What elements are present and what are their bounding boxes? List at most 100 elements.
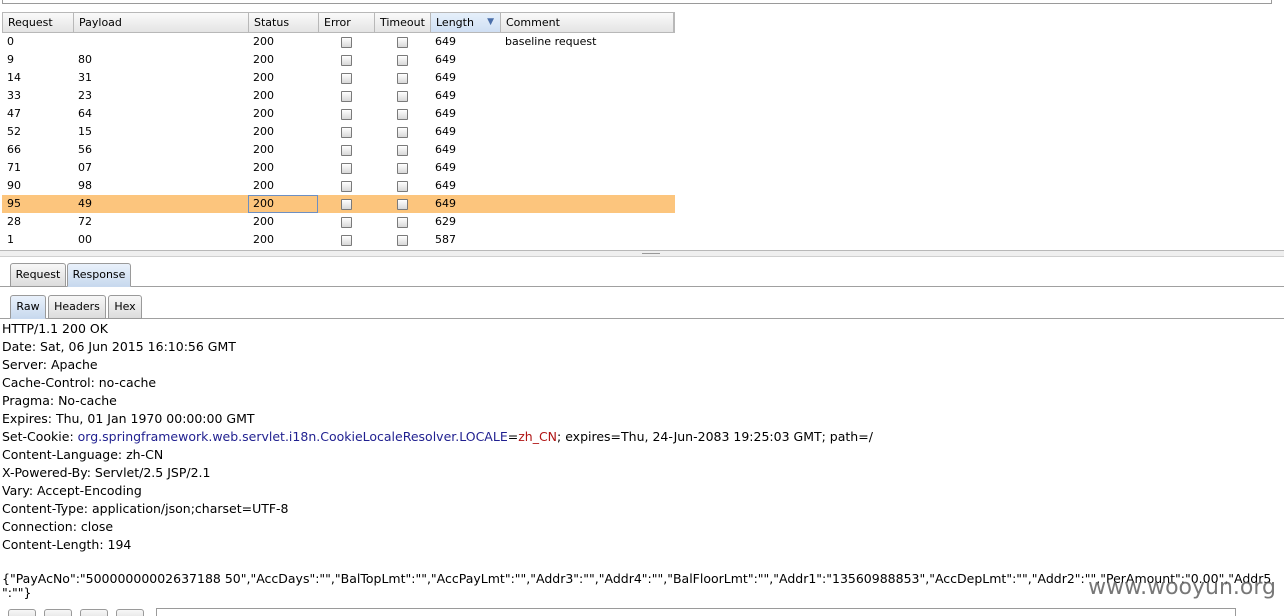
- error-checkbox-cell: [318, 213, 374, 231]
- header-line: Connection: close: [2, 519, 114, 534]
- error-checkbox-cell: [318, 123, 374, 141]
- error-checkbox[interactable]: [340, 90, 352, 102]
- table-row[interactable]: 14 31 200 649: [2, 69, 675, 87]
- table-row[interactable]: 66 56 200 649: [2, 141, 675, 159]
- tab-response[interactable]: Response: [67, 263, 131, 287]
- timeout-checkbox[interactable]: [396, 234, 408, 246]
- error-checkbox[interactable]: [340, 162, 352, 174]
- status-cell: 200: [253, 233, 274, 246]
- column-header-timeout[interactable]: Timeout: [375, 13, 431, 32]
- timeout-checkbox[interactable]: [396, 162, 408, 174]
- error-checkbox[interactable]: [340, 216, 352, 228]
- timeout-checkbox[interactable]: [396, 36, 408, 48]
- length-cell: 587: [435, 233, 456, 246]
- tab-raw[interactable]: Raw: [10, 295, 46, 319]
- error-checkbox[interactable]: [340, 126, 352, 138]
- status-cell: 200: [253, 143, 274, 156]
- timeout-checkbox[interactable]: [396, 180, 408, 192]
- table-row[interactable]: 95 49 200 649: [2, 195, 675, 213]
- timeout-checkbox-cell: [374, 213, 430, 231]
- length-cell: 649: [435, 71, 456, 84]
- comment-cell: [500, 177, 675, 195]
- table-row[interactable]: 0 200 649 baseline request: [2, 33, 675, 51]
- request-cell: 33: [7, 89, 21, 102]
- timeout-checkbox[interactable]: [396, 72, 408, 84]
- error-checkbox[interactable]: [340, 36, 352, 48]
- error-checkbox-cell: [318, 177, 374, 195]
- header-name: Set-Cookie:: [2, 429, 78, 444]
- tab-hex[interactable]: Hex: [108, 295, 142, 319]
- table-row[interactable]: 47 64 200 649: [2, 105, 675, 123]
- table-row[interactable]: 71 07 200 649: [2, 159, 675, 177]
- comment-cell: [500, 69, 675, 87]
- error-checkbox-cell: [318, 195, 374, 213]
- response-raw-view[interactable]: HTTP/1.1 200 OK Date: Sat, 06 Jun 2015 1…: [2, 320, 1282, 608]
- error-checkbox[interactable]: [340, 144, 352, 156]
- timeout-checkbox[interactable]: [396, 144, 408, 156]
- request-cell: 95: [7, 197, 21, 210]
- payload-cell: 31: [78, 71, 92, 84]
- splitter-grip-icon[interactable]: [642, 253, 660, 255]
- next-button[interactable]: [116, 609, 144, 616]
- column-header-request[interactable]: Request: [3, 13, 74, 32]
- column-header-comment[interactable]: Comment: [501, 13, 674, 32]
- status-cell: 200: [253, 179, 274, 192]
- previous-button[interactable]: [44, 609, 72, 616]
- table-row[interactable]: 1 00 200 587: [2, 231, 675, 249]
- status-cell: 200: [253, 161, 274, 174]
- tab-request[interactable]: Request: [10, 263, 66, 287]
- tab-label: Hex: [114, 300, 136, 313]
- column-label: Payload: [79, 16, 122, 29]
- pane-splitter[interactable]: [0, 250, 1284, 257]
- length-cell: 649: [435, 35, 456, 48]
- error-checkbox-cell: [318, 105, 374, 123]
- sort-descending-icon: ▼: [487, 17, 494, 27]
- error-checkbox[interactable]: [340, 108, 352, 120]
- help-button[interactable]: [8, 609, 36, 616]
- status-cell: 200: [253, 215, 274, 228]
- search-input[interactable]: [156, 608, 1236, 616]
- length-cell: 649: [435, 53, 456, 66]
- table-row[interactable]: 9 80 200 649: [2, 51, 675, 69]
- error-checkbox[interactable]: [340, 198, 352, 210]
- column-label: Timeout: [380, 16, 425, 29]
- status-cell: 200: [253, 107, 274, 120]
- timeout-checkbox[interactable]: [396, 126, 408, 138]
- tab-label: Request: [15, 268, 61, 281]
- results-table[interactable]: Request Payload Status Error Timeout Len…: [2, 12, 675, 250]
- header-line: Vary: Accept-Encoding: [2, 483, 142, 498]
- cookie-attributes: ; expires=Thu, 24-Jun-2083 19:25:03 GMT;…: [557, 429, 873, 444]
- table-row[interactable]: 33 23 200 649: [2, 87, 675, 105]
- tab-headers[interactable]: Headers: [48, 295, 106, 319]
- upper-panel-border: [2, 0, 1272, 4]
- timeout-checkbox[interactable]: [396, 216, 408, 228]
- add-button[interactable]: [80, 609, 108, 616]
- header-line: Expires: Thu, 01 Jan 1970 00:00:00 GMT: [2, 411, 255, 426]
- column-header-error[interactable]: Error: [319, 13, 375, 32]
- request-cell: 66: [7, 143, 21, 156]
- column-header-status[interactable]: Status: [249, 13, 319, 32]
- timeout-checkbox[interactable]: [396, 54, 408, 66]
- table-body: 0 200 649 baseline request 9 80 200 649 14 31 200 6…: [2, 33, 675, 249]
- comment-cell: [500, 51, 675, 69]
- error-checkbox[interactable]: [340, 180, 352, 192]
- cookie-equals: =: [507, 429, 519, 444]
- timeout-checkbox[interactable]: [396, 90, 408, 102]
- status-cell: 200: [253, 35, 274, 48]
- column-header-payload[interactable]: Payload: [74, 13, 249, 32]
- table-row[interactable]: 52 15 200 649: [2, 123, 675, 141]
- table-row[interactable]: 28 72 200 629: [2, 213, 675, 231]
- timeout-checkbox[interactable]: [396, 108, 408, 120]
- payload-cell: 98: [78, 179, 92, 192]
- error-checkbox[interactable]: [340, 54, 352, 66]
- header-line: Server: Apache: [2, 357, 98, 372]
- column-label: Comment: [506, 16, 560, 29]
- status-cell: 200: [253, 71, 274, 84]
- payload-cell: 00: [78, 233, 92, 246]
- error-checkbox[interactable]: [340, 234, 352, 246]
- timeout-checkbox[interactable]: [396, 198, 408, 210]
- table-row[interactable]: 90 98 200 649: [2, 177, 675, 195]
- length-cell: 649: [435, 197, 456, 210]
- error-checkbox[interactable]: [340, 72, 352, 84]
- column-header-length[interactable]: Length ▼: [431, 13, 501, 32]
